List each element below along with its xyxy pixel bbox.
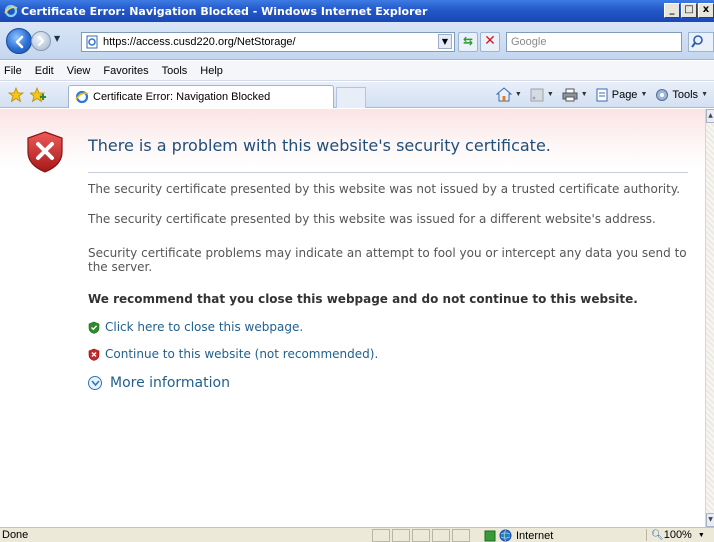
gear-icon (656, 88, 669, 101)
home-button[interactable]: ▼ (495, 87, 522, 102)
page-icon (596, 88, 608, 101)
status-pane (372, 529, 390, 542)
status-pane (432, 529, 450, 542)
feeds-caret-icon: ▼ (546, 91, 554, 98)
ie-logo-icon (4, 4, 18, 18)
feeds-button[interactable]: ▼ (530, 88, 554, 102)
window-controls: _ □ x (663, 3, 714, 18)
print-button[interactable]: ▼ (562, 88, 588, 102)
more-information-label[interactable]: More information (110, 375, 230, 391)
navigation-bar: ▼ https://access.cusd220.org/NetStorage/… (0, 22, 714, 60)
more-information-toggle[interactable]: More information (88, 375, 230, 391)
protected-mode-icon (484, 530, 496, 541)
refresh-icon: ⇆ (462, 34, 474, 48)
page-caret-icon: ▼ (640, 91, 648, 98)
maximize-button[interactable]: □ (681, 3, 697, 18)
ie-tab-icon (75, 90, 89, 104)
new-tab-button[interactable] (336, 87, 366, 108)
add-favorite-icon[interactable] (30, 87, 46, 103)
refresh-button[interactable]: ⇆ (458, 32, 478, 52)
expand-chevron-icon (88, 376, 102, 390)
menu-help[interactable]: Help (200, 65, 223, 77)
menu-tools[interactable]: Tools (162, 65, 188, 77)
error-shield-icon (27, 131, 63, 173)
menu-edit[interactable]: Edit (35, 65, 54, 77)
recent-pages-dropdown[interactable]: ▼ (54, 34, 64, 46)
recommendation-text: We recommend that you close this webpage… (88, 292, 638, 306)
status-pane (392, 529, 410, 542)
print-caret-icon: ▼ (580, 91, 588, 98)
zoom-caret-icon: ▼ (697, 531, 705, 539)
back-button[interactable] (6, 28, 32, 54)
warning-text: Security certificate problems may indica… (88, 246, 687, 274)
tools-menu-label: Tools (672, 88, 699, 101)
window-title: Certificate Error: Navigation Blocked - … (21, 4, 428, 18)
address-mismatch-text: The security certificate presented by th… (88, 212, 656, 226)
minimize-button[interactable]: _ (664, 3, 680, 18)
print-icon (562, 88, 578, 101)
favorites-star-icon[interactable] (8, 87, 24, 103)
zoom-icon: 🔍︎ (651, 529, 664, 541)
close-webpage-link-label[interactable]: Click here to close this webpage. (105, 320, 303, 334)
security-zone[interactable]: Internet (484, 529, 553, 542)
search-input[interactable]: Google (506, 32, 682, 52)
status-panes (372, 529, 472, 542)
tab-title: Certificate Error: Navigation Blocked (93, 91, 271, 103)
status-pane (412, 529, 430, 542)
forward-arrow-icon (38, 36, 44, 46)
status-bar: Done Internet 🔍︎ 100% ▼ (0, 527, 714, 542)
tools-caret-icon: ▼ (701, 91, 708, 98)
stop-icon: ✕ (484, 33, 496, 49)
continue-website-link-label[interactable]: Continue to this website (not recommende… (105, 347, 378, 361)
close-window-button[interactable]: x (698, 3, 714, 18)
feeds-icon (530, 88, 544, 101)
close-webpage-link[interactable]: Click here to close this webpage. (88, 320, 303, 334)
back-arrow-icon (15, 35, 24, 49)
zoom-control[interactable]: 🔍︎ 100% ▼ (646, 529, 705, 541)
title-bar: Certificate Error: Navigation Blocked - … (0, 0, 714, 22)
page-content: There is a problem with this website's s… (0, 109, 705, 527)
page-title: There is a problem with this website's s… (88, 136, 551, 155)
green-shield-icon (88, 321, 100, 334)
url-text[interactable]: https://access.cusd220.org/NetStorage/ (103, 36, 296, 48)
scroll-down-button[interactable]: ▼ (706, 513, 714, 527)
status-text: Done (2, 529, 29, 541)
stop-button[interactable]: ✕ (480, 32, 500, 52)
status-pane (452, 529, 470, 542)
tools-menu-button[interactable]: Tools ▼ (655, 88, 708, 102)
address-dropdown-button[interactable]: ▼ (438, 34, 452, 49)
menu-view[interactable]: View (67, 65, 91, 77)
tab-certificate-error[interactable]: Certificate Error: Navigation Blocked (68, 85, 334, 108)
zoom-level: 100% (663, 529, 692, 541)
vertical-scrollbar[interactable]: ▲ ▼ (705, 109, 714, 527)
red-shield-icon (88, 348, 100, 361)
globe-icon (499, 529, 512, 542)
scroll-up-button[interactable]: ▲ (706, 109, 714, 123)
search-icon (691, 35, 703, 48)
menu-favorites[interactable]: Favorites (103, 65, 148, 77)
home-icon (495, 87, 512, 102)
tab-row: Certificate Error: Navigation Blocked ▼ … (0, 82, 714, 108)
address-bar[interactable]: https://access.cusd220.org/NetStorage/ (81, 32, 455, 52)
menu-file[interactable]: File (4, 65, 22, 77)
forward-button[interactable] (31, 31, 51, 51)
zone-label: Internet (516, 529, 554, 542)
page-menu-button[interactable]: Page ▼ (596, 88, 648, 102)
untrusted-authority-text: The security certificate presented by th… (88, 182, 681, 196)
page-menu-label: Page (611, 88, 638, 101)
search-button[interactable] (688, 32, 714, 52)
divider (88, 172, 688, 173)
home-caret-icon: ▼ (514, 91, 522, 98)
continue-website-link[interactable]: Continue to this website (not recommende… (88, 347, 378, 361)
menu-bar: File Edit View Favorites Tools Help (0, 61, 714, 81)
command-bar: ▼ ▼ ▼ Page ▼ Tools ▼ (488, 87, 708, 102)
page-icon (86, 35, 98, 49)
